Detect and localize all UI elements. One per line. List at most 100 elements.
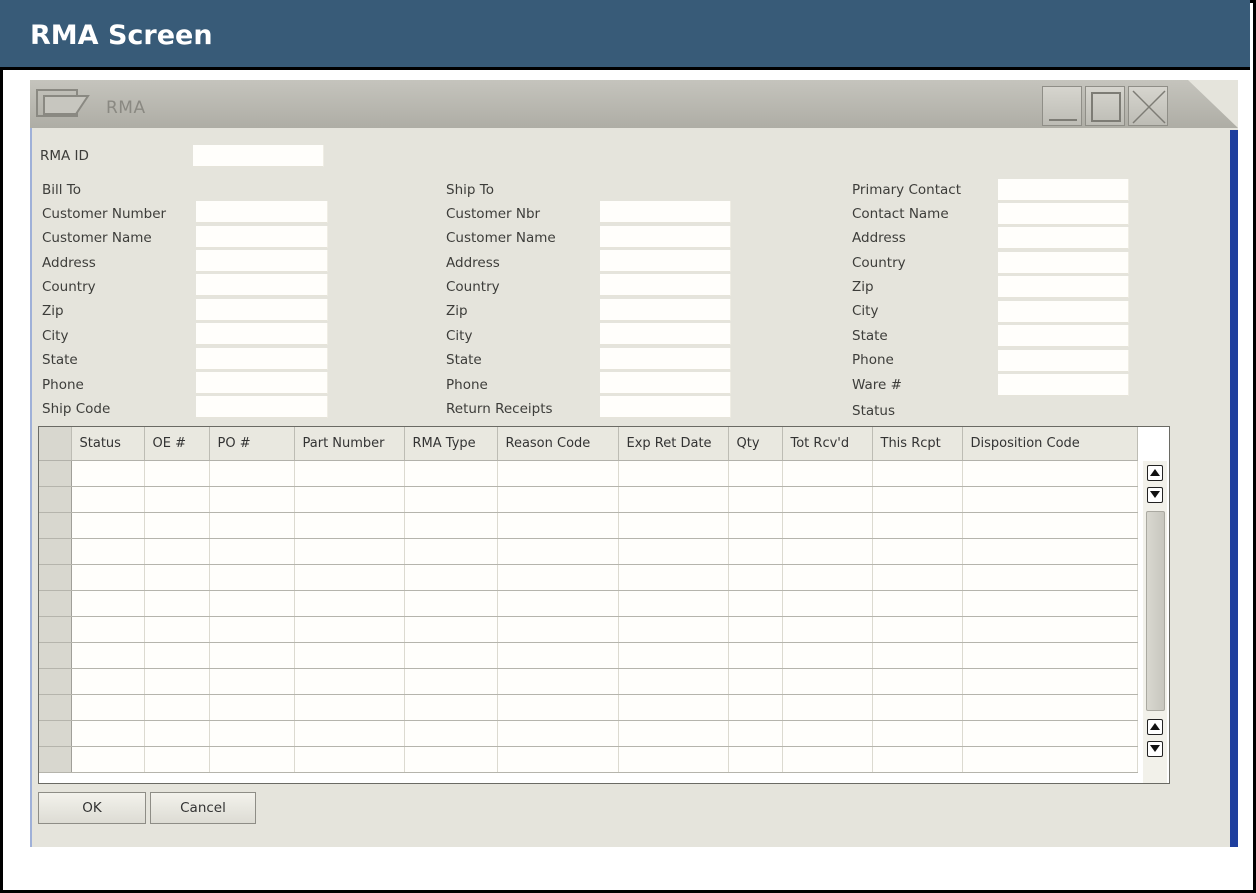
grid-cell[interactable] (71, 538, 145, 565)
grid-cell[interactable] (144, 720, 210, 747)
grid-cell[interactable] (404, 460, 498, 487)
grid-cell[interactable] (728, 642, 783, 669)
ship-phone-field[interactable] (600, 372, 731, 394)
ware-number-field[interactable] (998, 374, 1129, 396)
ship-customer-name-field[interactable] (600, 226, 731, 248)
minimize-button[interactable] (1042, 86, 1082, 126)
grid-cell[interactable] (294, 590, 405, 617)
grid-cell[interactable] (618, 564, 729, 591)
grid-cell[interactable] (404, 720, 498, 747)
grid-cell[interactable] (872, 538, 963, 565)
grid-cell[interactable] (71, 512, 145, 539)
grid-cell[interactable] (618, 616, 729, 643)
grid-cell[interactable] (144, 590, 210, 617)
rma-lines-grid[interactable]: Status OE # PO # Part Number RMA Type Re… (38, 426, 1170, 784)
table-row[interactable] (39, 538, 1138, 565)
grid-cell[interactable] (497, 590, 619, 617)
grid-cell[interactable] (404, 590, 498, 617)
grid-cell[interactable] (872, 694, 963, 721)
ship-state-field[interactable] (600, 348, 731, 370)
ok-button[interactable]: OK (38, 792, 146, 824)
contact-country-field[interactable] (998, 252, 1129, 274)
grid-cell[interactable] (962, 460, 1138, 487)
grid-cell[interactable] (71, 616, 145, 643)
contact-state-field[interactable] (998, 325, 1129, 347)
row-selector[interactable] (39, 668, 72, 695)
scroll-page-down-button[interactable] (1147, 741, 1163, 757)
table-row[interactable] (39, 512, 1138, 539)
grid-cell[interactable] (728, 512, 783, 539)
grid-cell[interactable] (618, 590, 729, 617)
grid-cell[interactable] (404, 642, 498, 669)
grid-cell[interactable] (872, 590, 963, 617)
table-row[interactable] (39, 616, 1138, 643)
grid-cell[interactable] (71, 564, 145, 591)
grid-cell[interactable] (497, 668, 619, 695)
grid-cell[interactable] (497, 694, 619, 721)
grid-cell[interactable] (404, 746, 498, 773)
table-row[interactable] (39, 668, 1138, 695)
ship-code-field[interactable] (196, 396, 328, 418)
scroll-thumb[interactable] (1146, 511, 1165, 711)
grid-cell[interactable] (209, 564, 295, 591)
grid-cell[interactable] (618, 486, 729, 513)
bill-address-field[interactable] (196, 250, 328, 272)
grid-cell[interactable] (872, 564, 963, 591)
grid-cell[interactable] (872, 720, 963, 747)
grid-cell[interactable] (782, 460, 873, 487)
primary-contact-field[interactable] (998, 179, 1129, 201)
grid-cell[interactable] (209, 746, 295, 773)
grid-cell[interactable] (209, 720, 295, 747)
grid-cell[interactable] (728, 590, 783, 617)
grid-cell[interactable] (962, 616, 1138, 643)
col-this-rcpt[interactable]: This Rcpt (872, 427, 963, 461)
row-selector[interactable] (39, 720, 72, 747)
grid-cell[interactable] (782, 746, 873, 773)
grid-cell[interactable] (209, 460, 295, 487)
grid-cell[interactable] (71, 460, 145, 487)
grid-cell[interactable] (872, 486, 963, 513)
grid-cell[interactable] (962, 538, 1138, 565)
grid-cell[interactable] (404, 564, 498, 591)
grid-cell[interactable] (497, 746, 619, 773)
grid-cell[interactable] (962, 642, 1138, 669)
grid-cell[interactable] (782, 590, 873, 617)
grid-cell[interactable] (618, 642, 729, 669)
grid-cell[interactable] (294, 460, 405, 487)
grid-cell[interactable] (962, 668, 1138, 695)
ship-address-field[interactable] (600, 250, 731, 272)
grid-cell[interactable] (71, 642, 145, 669)
grid-cell[interactable] (71, 694, 145, 721)
grid-cell[interactable] (144, 694, 210, 721)
grid-cell[interactable] (209, 642, 295, 669)
col-rma-type[interactable]: RMA Type (404, 427, 498, 461)
grid-cell[interactable] (618, 538, 729, 565)
contact-name-field[interactable] (998, 203, 1129, 225)
table-row[interactable] (39, 460, 1138, 487)
row-selector[interactable] (39, 460, 72, 487)
grid-cell[interactable] (294, 486, 405, 513)
grid-cell[interactable] (209, 668, 295, 695)
grid-cell[interactable] (618, 512, 729, 539)
grid-cell[interactable] (618, 720, 729, 747)
grid-cell[interactable] (497, 564, 619, 591)
contact-phone-field[interactable] (998, 350, 1129, 372)
grid-cell[interactable] (144, 642, 210, 669)
col-reason-code[interactable]: Reason Code (497, 427, 619, 461)
ship-customer-nbr-field[interactable] (600, 201, 731, 223)
return-receipts-field[interactable] (600, 396, 731, 418)
grid-cell[interactable] (294, 720, 405, 747)
contact-city-field[interactable] (998, 301, 1129, 323)
grid-cell[interactable] (294, 668, 405, 695)
col-exp-ret-date[interactable]: Exp Ret Date (618, 427, 729, 461)
grid-cell[interactable] (728, 668, 783, 695)
grid-cell[interactable] (872, 616, 963, 643)
grid-cell[interactable] (209, 590, 295, 617)
grid-cell[interactable] (71, 720, 145, 747)
col-po-number[interactable]: PO # (209, 427, 295, 461)
grid-cell[interactable] (404, 486, 498, 513)
ship-zip-field[interactable] (600, 299, 731, 321)
grid-cell[interactable] (404, 538, 498, 565)
grid-cell[interactable] (728, 564, 783, 591)
grid-cell[interactable] (404, 616, 498, 643)
